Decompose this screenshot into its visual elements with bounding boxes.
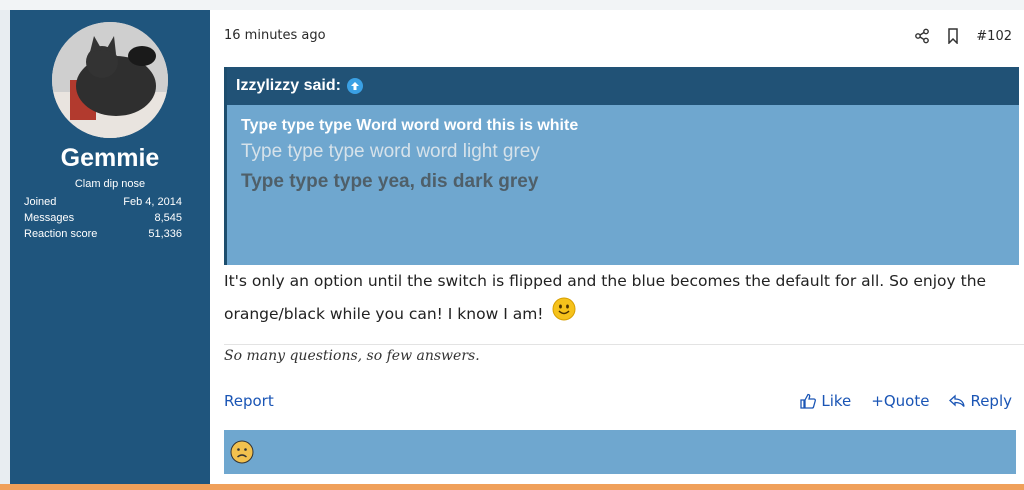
stat-value: 51,336 — [148, 228, 182, 240]
post-actions: Like +Quote Reply — [800, 392, 1012, 410]
message-content: It's only an option until the switch is … — [224, 266, 1014, 332]
quote-author[interactable]: Izzylizzy said: — [236, 77, 341, 95]
avatar[interactable] — [52, 22, 168, 138]
stat-label: Reaction score — [24, 228, 98, 240]
share-icon[interactable] — [914, 28, 930, 44]
post-timestamp[interactable]: 16 minutes ago — [224, 28, 326, 43]
stat-row-messages: Messages 8,545 — [24, 210, 182, 226]
thumbs-up-icon — [800, 393, 817, 409]
reply-label: Reply — [970, 392, 1012, 410]
smile-emoji-icon — [552, 297, 576, 332]
bottom-strip — [0, 484, 1024, 490]
signature-divider — [224, 344, 1024, 345]
username[interactable]: Gemmie — [10, 144, 210, 173]
stat-row-reaction-score: Reaction score 51,336 — [24, 226, 182, 242]
stat-value: 8,545 — [154, 212, 182, 224]
report-link[interactable]: Report — [224, 392, 274, 410]
reply-button[interactable]: Reply — [949, 392, 1012, 410]
post-body: 16 minutes ago #102 Izzylizzy said: Type… — [210, 10, 1024, 484]
bookmark-icon[interactable] — [946, 28, 960, 44]
arrow-up-icon[interactable] — [346, 78, 363, 94]
user-title: Clam dip nose — [74, 178, 146, 190]
quote-line-white: Type type type Word word word this is wh… — [241, 117, 579, 134]
quote-header: Izzylizzy said: — [227, 67, 1019, 105]
reaction-bar[interactable] — [224, 430, 1016, 474]
user-sidebar: Gemmie Clam dip nose Joined Feb 4, 2014 … — [10, 10, 221, 484]
reply-icon — [949, 394, 966, 407]
stat-label: Joined — [24, 196, 57, 208]
message-text: It's only an option until the switch is … — [224, 272, 987, 323]
quote-line-light-grey: Type type type word word light grey — [241, 141, 540, 162]
quote-label: +Quote — [871, 392, 930, 410]
like-label: Like — [821, 392, 852, 410]
top-strip — [0, 0, 1024, 10]
quote-box: Izzylizzy said: Type type type Word word… — [224, 67, 1019, 265]
like-button[interactable]: Like — [800, 392, 851, 410]
sad-face-reaction-icon[interactable] — [230, 440, 254, 468]
stat-row-joined: Joined Feb 4, 2014 — [24, 194, 182, 210]
quote-line-dark-grey: Type type type yea, dis dark grey — [241, 171, 539, 192]
stat-value: Feb 4, 2014 — [123, 196, 182, 208]
quote-content: Type type type Word word word this is wh… — [227, 105, 1019, 205]
post-number-link[interactable]: #102 — [976, 29, 1012, 44]
stat-label: Messages — [24, 212, 75, 224]
user-stats: Joined Feb 4, 2014 Messages 8,545 Reacti… — [24, 194, 182, 242]
signature: So many questions, so few answers. — [224, 348, 480, 364]
post-top-actions: #102 — [914, 28, 1012, 44]
quote-button[interactable]: +Quote — [871, 392, 929, 410]
